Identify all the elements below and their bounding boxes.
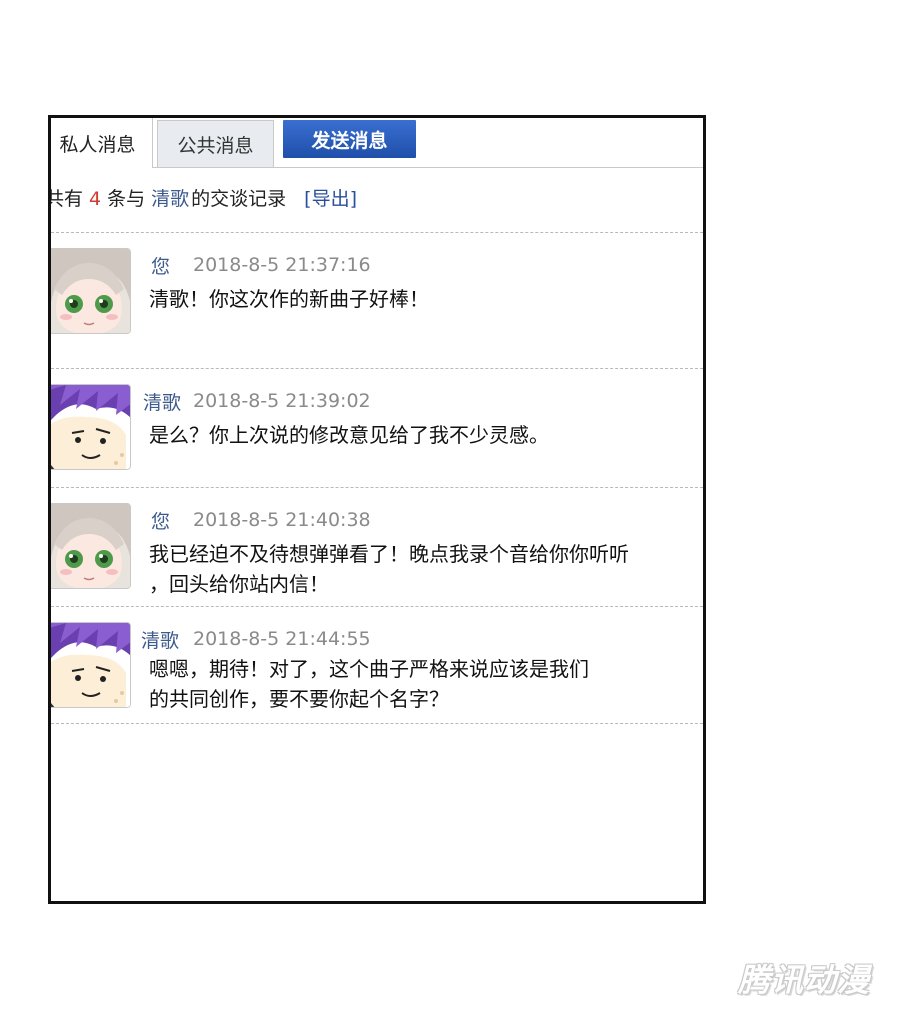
message-timestamp: 2018-8-5 21:44:55 [193, 628, 371, 650]
conversation-summary: 共有 4 条与 清歌 的交谈记录 [导出] [48, 184, 357, 211]
tab-bar: 私人消息 公共消息 发送消息 [51, 118, 703, 168]
export-link[interactable]: [导出] [304, 188, 357, 210]
girl-avatar-icon[interactable] [51, 248, 131, 334]
message-line: 清歌！你这次作的新曲子好棒！ [149, 287, 429, 311]
summary-suffix: 的交谈记录 [191, 188, 287, 210]
boy-avatar-icon[interactable] [51, 384, 131, 470]
divider [51, 368, 703, 369]
send-message-button[interactable]: 发送消息 [283, 120, 416, 158]
tab-private-messages[interactable]: 私人消息 [51, 118, 153, 168]
message-window: 私人消息 公共消息 发送消息 共有 4 条与 清歌 的交谈记录 [导出] 您 2… [48, 115, 706, 904]
message-text: 我已经迫不及待想弹弹看了！晚点我录个音给你你听听 ，回头给你站内信！ [149, 539, 629, 599]
divider [51, 487, 703, 488]
message-sender[interactable]: 清歌 [141, 626, 179, 653]
watermark-logo: 腾讯动漫 [738, 961, 871, 999]
message-count: 4 [89, 188, 102, 210]
message-line: 的共同创作，要不要你起个名字？ [149, 687, 449, 711]
message-sender[interactable]: 清歌 [143, 388, 181, 415]
girl-avatar-icon[interactable] [51, 503, 131, 589]
summary-middle: 条与 [107, 188, 146, 210]
tab-public-messages[interactable]: 公共消息 [157, 120, 274, 167]
message-line: 是么？你上次说的修改意见给了我不少灵感。 [149, 423, 549, 447]
message-timestamp: 2018-8-5 21:37:16 [193, 254, 371, 276]
divider [51, 232, 703, 233]
message-text: 嗯嗯，期待！对了，这个曲子严格来说应该是我们 的共同创作，要不要你起个名字？ [149, 654, 589, 714]
boy-avatar-icon[interactable] [51, 622, 131, 708]
message-sender[interactable]: 您 [151, 252, 170, 279]
summary-prefix: 共有 [48, 188, 84, 210]
message-text: 清歌！你这次作的新曲子好棒！ [149, 284, 429, 314]
message-text: 是么？你上次说的修改意见给了我不少灵感。 [149, 420, 549, 450]
message-line: 嗯嗯，期待！对了，这个曲子严格来说应该是我们 [149, 657, 589, 681]
message-timestamp: 2018-8-5 21:40:38 [193, 509, 371, 531]
message-line: 我已经迫不及待想弹弹看了！晚点我录个音给你你听听 [149, 542, 629, 566]
partner-name-link[interactable]: 清歌 [151, 188, 189, 210]
divider [51, 606, 703, 607]
message-line: ，回头给你站内信！ [149, 572, 329, 596]
divider [51, 723, 703, 724]
message-timestamp: 2018-8-5 21:39:02 [193, 390, 371, 412]
message-sender[interactable]: 您 [151, 507, 170, 534]
